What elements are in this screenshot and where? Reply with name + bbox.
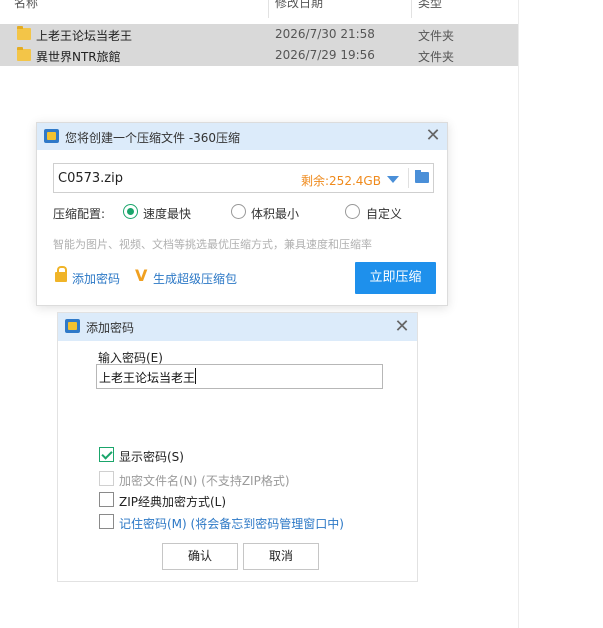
compress-dialog-titlebar[interactable]: 您将创建一个压缩文件 -360压缩 ✕: [37, 123, 447, 150]
password-input[interactable]: 上老王论坛当老王: [96, 364, 383, 389]
file-date: 2026/7/29 19:56: [275, 48, 375, 62]
archive-path-field[interactable]: C0573.zip 剩余:252.4GB: [53, 163, 434, 193]
add-password-link[interactable]: 添加密码: [72, 270, 120, 287]
browse-folder-icon[interactable]: [415, 170, 429, 183]
password-dialog-titlebar[interactable]: 添加密码 ✕: [58, 313, 417, 341]
zip-classic-encryption-checkbox[interactable]: [99, 492, 114, 507]
radio-smallest-label[interactable]: 体积最小: [251, 205, 299, 222]
radio-fastest[interactable]: [123, 204, 138, 219]
file-name: 上老王论坛当老王: [36, 29, 133, 43]
password-value[interactable]: 上老王论坛当老王: [99, 369, 195, 386]
radio-custom[interactable]: [345, 204, 360, 219]
super-package-link[interactable]: 生成超级压缩包: [153, 270, 237, 287]
text-caret: [195, 368, 196, 384]
compress-config-label: 压缩配置:: [53, 207, 106, 221]
archive-filename[interactable]: C0573.zip: [58, 171, 123, 186]
file-type: 文件夹: [418, 50, 455, 64]
encrypt-filenames-label: 加密文件名(N) (不支持ZIP格式): [119, 474, 290, 488]
file-date: 2026/7/30 21:58: [275, 27, 375, 41]
close-icon[interactable]: ✕: [392, 317, 412, 337]
folder-icon: [17, 26, 31, 40]
lock-icon[interactable]: [55, 266, 67, 282]
password-dialog-title: 添加密码: [86, 321, 135, 335]
column-header-name[interactable]: 名称: [14, 0, 38, 14]
remember-password-checkbox[interactable]: [99, 514, 114, 529]
show-password-label[interactable]: 显示密码(S): [119, 448, 184, 465]
cancel-button[interactable]: 取消: [243, 543, 319, 570]
ok-button[interactable]: 确认: [162, 543, 238, 570]
radio-smallest[interactable]: [231, 204, 246, 219]
explorer-right-pane: [518, 0, 603, 628]
show-password-checkbox[interactable]: [99, 447, 114, 462]
column-header-date[interactable]: 修改日期: [275, 0, 323, 14]
divider: [408, 168, 409, 188]
folder-icon: [17, 47, 31, 61]
radio-fastest-label[interactable]: 速度最快: [143, 205, 191, 222]
column-divider[interactable]: [411, 0, 412, 18]
encrypt-filenames-checkbox: [99, 471, 114, 486]
file-name: 異世界NTR旅館: [36, 50, 121, 64]
compress-dialog-title: 您将创建一个压缩文件 -360压缩: [65, 131, 241, 145]
file-row[interactable]: 上老王论坛当老王 2026/7/30 21:58 文件夹: [0, 24, 518, 45]
radio-custom-label[interactable]: 自定义: [366, 205, 402, 222]
zip-classic-encryption-label[interactable]: ZIP经典加密方式(L): [119, 493, 226, 510]
file-type: 文件夹: [418, 29, 455, 43]
close-icon[interactable]: ✕: [423, 126, 443, 146]
file-row[interactable]: 異世界NTR旅館 2026/7/29 19:56 文件夹: [0, 45, 518, 66]
compress-dialog: 您将创建一个压缩文件 -360压缩 ✕ C0573.zip 剩余:252.4GB…: [36, 122, 448, 306]
dropdown-arrow-icon[interactable]: [387, 176, 399, 183]
compress-now-button[interactable]: 立即压缩: [355, 262, 436, 294]
vip-v-icon[interactable]: V: [135, 266, 147, 285]
free-space-label: 剩余:252.4GB: [301, 174, 381, 188]
column-header-type[interactable]: 类型: [418, 0, 442, 14]
archive-app-icon: [65, 319, 80, 333]
archive-app-icon: [44, 129, 59, 143]
remember-password-label[interactable]: 记住密码(M) (将会备忘到密码管理窗口中): [119, 515, 344, 532]
compress-hint: 智能为图片、视频、文档等挑选最优压缩方式，兼具速度和压缩率: [53, 238, 372, 251]
password-dialog: 添加密码 ✕ 输入密码(E) 上老王论坛当老王 显示密码(S) 加密文件名(N)…: [57, 312, 418, 582]
column-divider[interactable]: [268, 0, 269, 18]
